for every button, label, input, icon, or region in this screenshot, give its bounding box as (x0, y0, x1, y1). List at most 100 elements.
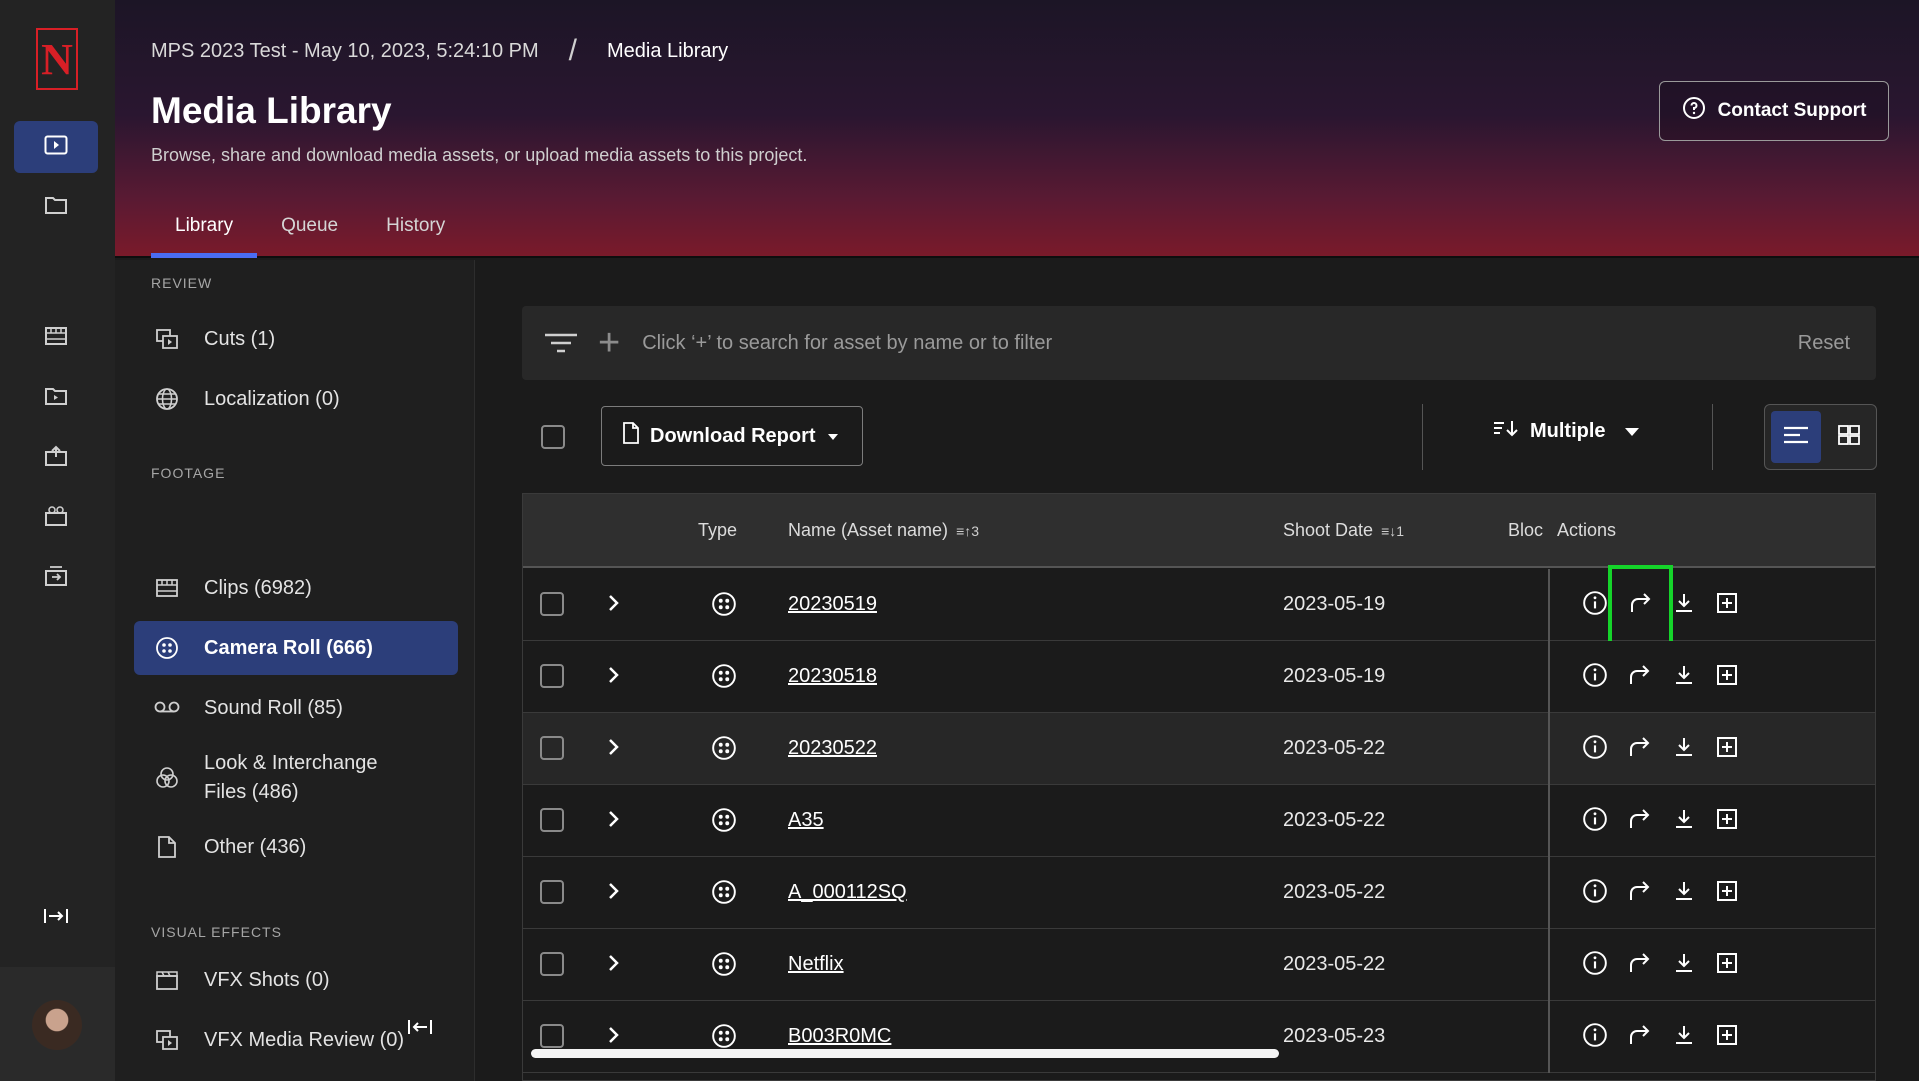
add-to-button[interactable] (1709, 587, 1745, 623)
table-row[interactable]: A_000112SQ 2023-05-22 (523, 857, 1875, 929)
row-checkbox[interactable] (540, 1024, 564, 1048)
download-icon (1672, 951, 1696, 980)
add-to-button[interactable] (1709, 875, 1745, 911)
chevron-right-icon (607, 1027, 621, 1049)
folder-nav-button[interactable] (14, 181, 98, 233)
breadcrumb-project[interactable]: MPS 2023 Test - May 10, 2023, 5:24:10 PM (151, 40, 539, 63)
collapse-sidebar-button[interactable] (407, 1017, 433, 1042)
add-to-button[interactable] (1709, 803, 1745, 839)
info-button[interactable] (1577, 587, 1613, 623)
sidebar-item-vfx-shots[interactable]: VFX Shots (0) (134, 953, 458, 1007)
expand-row-button[interactable] (607, 809, 621, 834)
sort-dropdown[interactable]: Multiple (1492, 418, 1640, 444)
row-checkbox[interactable] (540, 736, 564, 760)
reset-button[interactable]: Reset (1798, 332, 1850, 355)
row-checkbox[interactable] (540, 664, 564, 688)
share-button[interactable] (1622, 659, 1658, 695)
vfx-clapper-icon (140, 969, 194, 991)
media-library-nav-button[interactable] (14, 121, 98, 173)
tab-history[interactable]: History (362, 215, 469, 258)
row-checkbox[interactable] (540, 808, 564, 832)
asset-name-link[interactable]: 20230519 (788, 593, 877, 616)
row-checkbox[interactable] (540, 952, 564, 976)
add-to-button[interactable] (1709, 947, 1745, 983)
row-checkbox[interactable] (540, 880, 564, 904)
clips-nav-button[interactable] (14, 312, 98, 364)
expand-row-button[interactable] (607, 953, 621, 978)
add-to-button[interactable] (1709, 659, 1745, 695)
grid-view-button[interactable] (1827, 411, 1871, 463)
select-all-checkbox[interactable] (541, 425, 565, 449)
horizontal-scrollbar[interactable] (531, 1049, 1279, 1058)
expand-row-button[interactable] (607, 737, 621, 762)
camera-nav-button[interactable] (14, 492, 98, 544)
tab-library[interactable]: Library (151, 215, 258, 258)
shoot-date: 2023-05-23 (1283, 1025, 1386, 1047)
expand-row-button[interactable] (607, 665, 621, 690)
search-input[interactable]: Click ‘+’ to search for asset by name or… (642, 332, 1798, 355)
info-button[interactable] (1577, 659, 1613, 695)
review-folder-nav-button[interactable] (14, 372, 98, 424)
download-report-button[interactable]: Download Report (601, 406, 863, 466)
sidebar-item-clips[interactable]: Clips (6982) (134, 561, 458, 615)
share-button[interactable] (1622, 947, 1658, 983)
column-name[interactable]: Name (Asset name) ≡↑3 (788, 520, 979, 541)
asset-name-link[interactable]: Netflix (788, 953, 844, 976)
add-to-button[interactable] (1709, 1019, 1745, 1055)
expand-row-button[interactable] (607, 881, 621, 906)
list-view-button[interactable] (1771, 411, 1821, 463)
info-button[interactable] (1577, 875, 1613, 911)
upload-nav-button[interactable] (14, 432, 98, 484)
table-row[interactable]: 20230522 2023-05-22 (523, 713, 1875, 785)
share-button[interactable] (1622, 803, 1658, 839)
sidebar-item-camera-roll[interactable]: Camera Roll (666) (134, 621, 458, 675)
expand-rail-button[interactable] (14, 892, 98, 944)
share-button[interactable] (1622, 1019, 1658, 1055)
expand-row-button[interactable] (607, 593, 621, 618)
table-row[interactable]: Netflix 2023-05-22 (523, 929, 1875, 1001)
download-button[interactable] (1666, 1019, 1702, 1055)
expand-row-button[interactable] (607, 1025, 621, 1050)
column-bloc[interactable]: Bloc (1508, 520, 1543, 541)
asset-name-link[interactable]: 20230522 (788, 737, 877, 760)
download-button[interactable] (1666, 947, 1702, 983)
table-row[interactable]: A35 2023-05-22 (523, 785, 1875, 857)
toolbar-divider (1422, 404, 1423, 470)
row-checkbox[interactable] (540, 592, 564, 616)
download-button[interactable] (1666, 731, 1702, 767)
asset-table: Type Name (Asset name) ≡↑3 Shoot Date ≡↓… (522, 493, 1876, 1081)
download-button[interactable] (1666, 875, 1702, 911)
sidebar-item-sound-roll[interactable]: Sound Roll (85) (134, 681, 458, 735)
share-button[interactable] (1622, 875, 1658, 911)
table-row[interactable]: 20230519 2023-05-19 (523, 565, 1875, 645)
asset-name-link[interactable]: B003R0MC (788, 1025, 891, 1048)
filter-icon[interactable] (540, 331, 582, 355)
asset-name-link[interactable]: A_000112SQ (788, 881, 907, 904)
sidebar-item-localization[interactable]: Localization (0) (134, 372, 458, 426)
export-nav-button[interactable] (14, 552, 98, 604)
sidebar-item-cuts[interactable]: Cuts (1) (134, 312, 458, 366)
info-button[interactable] (1577, 947, 1613, 983)
info-button[interactable] (1577, 803, 1613, 839)
share-button[interactable] (1622, 731, 1658, 767)
column-shoot-date[interactable]: Shoot Date ≡↓1 (1283, 520, 1404, 541)
info-button[interactable] (1577, 1019, 1613, 1055)
info-button[interactable] (1577, 731, 1613, 767)
add-to-button[interactable] (1709, 731, 1745, 767)
table-row[interactable]: 20230518 2023-05-19 (523, 641, 1875, 713)
column-type[interactable]: Type (698, 520, 737, 541)
download-button[interactable] (1666, 659, 1702, 695)
table-row[interactable]: B003R0MC 2023-05-23 (523, 1001, 1875, 1073)
download-button[interactable] (1666, 803, 1702, 839)
share-button[interactable] (1608, 565, 1673, 645)
avatar[interactable] (32, 1000, 82, 1050)
add-filter-button[interactable]: + (598, 324, 620, 362)
asset-name-link[interactable]: 20230518 (788, 665, 877, 688)
chevron-right-icon (607, 667, 621, 689)
contact-support-button[interactable]: Contact Support (1659, 81, 1889, 141)
asset-name-link[interactable]: A35 (788, 809, 824, 832)
download-button[interactable] (1666, 587, 1702, 623)
tab-queue[interactable]: Queue (257, 215, 362, 258)
sidebar-item-other[interactable]: Other (436) (134, 820, 458, 874)
sidebar-item-look-interchange[interactable]: Look & Interchange Files (486) (134, 741, 458, 815)
